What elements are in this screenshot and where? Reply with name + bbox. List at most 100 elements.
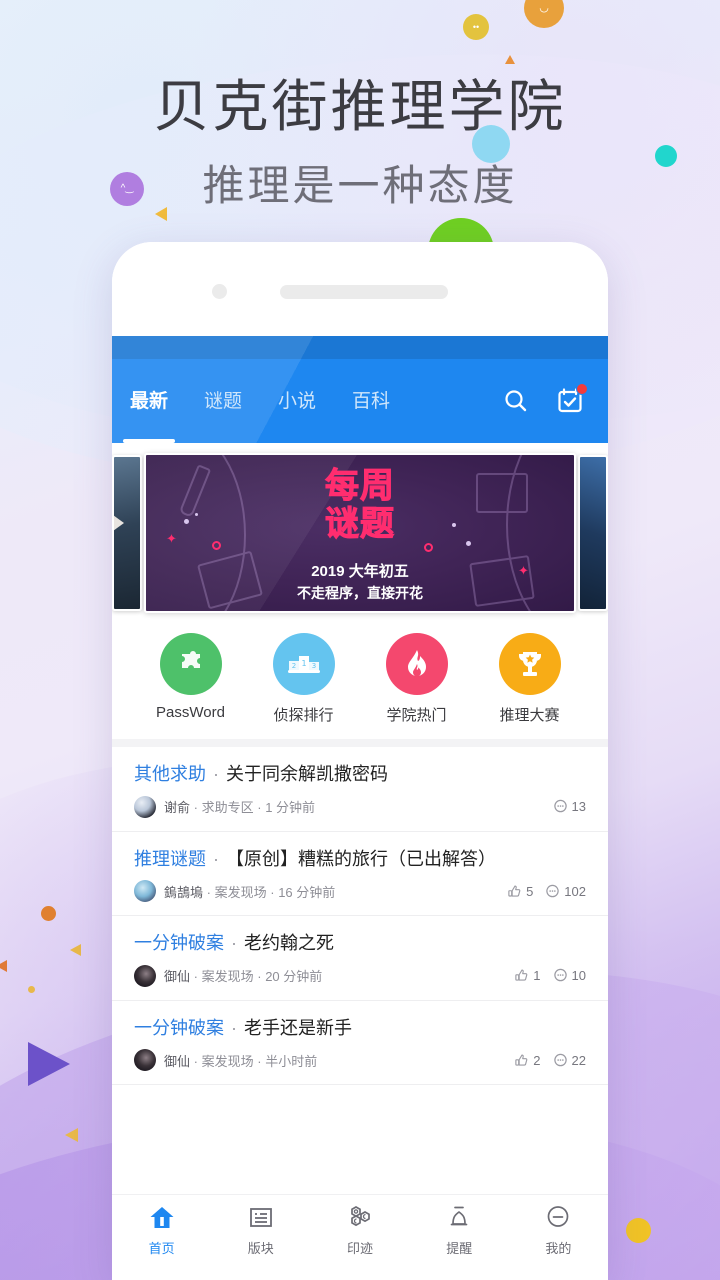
post-meta: 御仙 · 案发现场 · 20 分钟前 1 10 [134, 964, 586, 987]
post-time: 1 分钟前 [265, 800, 316, 815]
tab-novels[interactable]: 小说 [278, 386, 316, 416]
post-board[interactable]: 案发现场 [202, 969, 254, 984]
banner-date: 2019 大年初五 [311, 563, 409, 580]
nav-label: 版块 [247, 1241, 274, 1256]
avatar[interactable] [134, 795, 156, 818]
banner-dot-4 [466, 541, 471, 546]
post-meta: 御仙 · 案发现场 · 半小时前 2 22 [134, 1049, 586, 1071]
quick-entry-password[interactable]: PassWord [134, 633, 247, 725]
nav-label: 首页 [148, 1241, 175, 1256]
tab-latest[interactable]: 最新 [130, 386, 168, 416]
banner-dot-1 [184, 519, 189, 524]
post-title-text: 老约翰之死 [244, 933, 334, 953]
nav-item-profile[interactable]: 我的 [509, 1204, 608, 1280]
post-title[interactable]: 一分钟破案 · 老约翰之死 [134, 932, 586, 955]
post-author[interactable]: 鎢鴶塢 [164, 885, 203, 900]
post-separator: · [226, 933, 242, 953]
post-author[interactable]: 御仙 [164, 1054, 190, 1069]
comment-icon [553, 1053, 567, 1066]
thumbs-up-icon [515, 969, 528, 981]
table-row[interactable]: 推理谜题 · 【原创】糟糕的旅行（已出解答） 鎢鴶塢 · 案发现场 · 16 分… [112, 832, 608, 916]
comment-count: 10 [571, 968, 586, 983]
svg-text:2: 2 [291, 662, 295, 670]
decor-dot-orange [41, 906, 56, 921]
podium-icon: 1 2 3 [272, 633, 335, 695]
nav-item-home[interactable]: 首页 [112, 1204, 211, 1280]
carousel-next-slide[interactable] [578, 455, 608, 611]
promo-subtitle: 推理是一种态度 [202, 162, 518, 209]
decor-triangle-yellow-3 [70, 944, 81, 956]
quick-entry-ranking[interactable]: 1 2 3 侦探排行 [247, 633, 360, 725]
like-stat: 5 [507, 884, 533, 899]
post-category[interactable]: 一分钟破案 [134, 933, 224, 953]
post-title-text: 老手还是新手 [244, 1017, 352, 1038]
app-screen: 最新 谜题 小说 百科 ✦ ✦ 每周 谜题 2019 大年初五 不走程序，直接开… [112, 336, 608, 1280]
app-header: 最新 谜题 小说 百科 [112, 336, 608, 443]
post-category[interactable]: 推理谜题 [134, 849, 206, 869]
post-category[interactable]: 其他求助 [134, 764, 206, 784]
post-author[interactable]: 御仙 [164, 969, 190, 984]
comment-stat: 10 [553, 968, 586, 983]
promo-title: 贝克街推理学院 [153, 75, 567, 138]
phone-top-bezel [112, 242, 608, 336]
nav-item-traces[interactable]: 印迹 [310, 1204, 409, 1280]
bottom-nav: 首页 版块 印迹 提醒 我的 [112, 1194, 608, 1280]
comment-count: 13 [571, 799, 586, 814]
profile-icon [548, 1206, 569, 1227]
carousel-prev-slide[interactable] [112, 455, 142, 611]
banner-slide-active[interactable]: ✦ ✦ 每周 谜题 2019 大年初五 不走程序，直接开花 [144, 453, 576, 613]
post-meta-text: 鎢鴶塢 · 案发现场 · 16 分钟前 [164, 882, 335, 901]
meta-sep: · [270, 884, 279, 900]
banner-carousel[interactable]: ✦ ✦ 每周 谜题 2019 大年初五 不走程序，直接开花 [112, 443, 608, 615]
quick-entry-hot[interactable]: 学院热门 [360, 633, 473, 725]
comment-count: 22 [571, 1052, 586, 1068]
post-board[interactable]: 案发现场 [215, 885, 267, 900]
meta-sep: · [257, 800, 266, 815]
table-row[interactable]: 一分钟破案 · 老约翰之死 御仙 · 案发现场 · 20 分钟前 1 10 [112, 916, 608, 1001]
avatar[interactable] [134, 964, 156, 987]
post-author[interactable]: 谢俞 [164, 800, 190, 815]
hexagons-icon [351, 1206, 370, 1227]
meta-sep: · [206, 884, 215, 900]
quick-entry-label: 推理大赛 [499, 707, 560, 724]
checkin-icon[interactable] [556, 383, 588, 415]
search-icon[interactable] [502, 387, 530, 415]
thumbs-up-icon [515, 1054, 528, 1066]
like-count: 5 [526, 883, 534, 899]
quick-entry-contest[interactable]: 推理大赛 [473, 633, 586, 725]
header-actions [502, 383, 592, 415]
post-board[interactable]: 求助专区 [202, 800, 254, 815]
banner-ring-1 [212, 541, 221, 550]
post-title[interactable]: 推理谜题 · 【原创】糟糕的旅行（已出解答） [134, 848, 586, 871]
nav-label: 印迹 [347, 1241, 374, 1256]
quick-entry-label: PassWord [156, 704, 225, 721]
post-title[interactable]: 其他求助 · 关于同余解凯撒密码 [134, 763, 586, 786]
table-row[interactable]: 一分钟破案 · 老手还是新手 御仙 · 案发现场 · 半小时前 2 22 [112, 1001, 608, 1085]
post-title[interactable]: 一分钟破案 · 老手还是新手 [134, 1017, 586, 1040]
post-stats: 13 [553, 799, 586, 814]
comment-count: 102 [564, 883, 586, 899]
post-time: 20 分钟前 [265, 969, 323, 984]
meta-sep: · [257, 1053, 266, 1069]
quick-entry-label: 学院热门 [386, 707, 447, 724]
post-category[interactable]: 一分钟破案 [134, 1018, 224, 1038]
puzzle-icon [159, 633, 222, 695]
table-row[interactable]: 其他求助 · 关于同余解凯撒密码 谢俞 · 求助专区 · 1 分钟前 13 [112, 747, 608, 832]
nav-item-notifications[interactable]: 提醒 [410, 1204, 509, 1280]
quick-entry-row: PassWord 1 2 3 侦探排行 学院热门 推理大赛 [112, 615, 608, 739]
post-board[interactable]: 案发现场 [202, 1054, 254, 1069]
decor-dot-small-yellow [28, 986, 35, 993]
avatar[interactable] [134, 1049, 156, 1071]
banner-dot-3 [452, 523, 456, 527]
tab-puzzles[interactable]: 谜题 [204, 386, 242, 416]
nav-item-board[interactable]: 版块 [211, 1204, 310, 1280]
meta-sep: · [193, 1053, 202, 1069]
avatar[interactable] [134, 880, 156, 902]
meta-sep: · [257, 969, 266, 984]
banner-logo-line2: 谜题 [325, 504, 395, 544]
banner-slogan: 不走程序，直接开花 [297, 585, 423, 601]
decor-triangle-orange-left [0, 960, 7, 972]
tab-wiki[interactable]: 百科 [352, 386, 390, 416]
home-icon [150, 1207, 174, 1228]
meta-sep: · [193, 969, 202, 984]
